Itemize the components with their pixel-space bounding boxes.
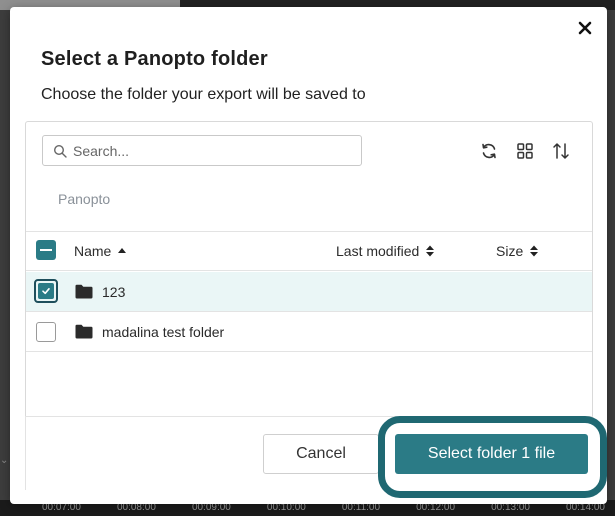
search-icon: [53, 144, 67, 158]
refresh-button[interactable]: [478, 140, 500, 162]
sort-ascending-icon: [118, 248, 127, 253]
select-folder-button[interactable]: Select folder 1 file: [395, 434, 588, 474]
folder-icon: [75, 284, 93, 299]
indeterminate-icon: [40, 249, 52, 251]
folder-name: 123: [102, 284, 126, 300]
column-header-modified[interactable]: Last modified: [336, 243, 435, 259]
close-button[interactable]: [575, 18, 595, 38]
column-header-size[interactable]: Size: [496, 243, 539, 259]
sort-icon: [553, 143, 569, 159]
folder-name: madalina test folder: [102, 324, 225, 340]
column-label: Size: [496, 243, 524, 259]
cancel-button[interactable]: Cancel: [263, 434, 379, 474]
table-header: Name Last modified Size: [26, 231, 592, 271]
search-input[interactable]: [73, 142, 353, 159]
chevron-icon: ⌄: [0, 455, 9, 466]
close-icon: [578, 21, 592, 35]
row-checkbox[interactable]: [36, 322, 56, 342]
checkmark-icon: [42, 288, 50, 295]
dialog-subtitle: Choose the folder your export will be sa…: [41, 86, 366, 103]
view-toolbar: [478, 140, 572, 162]
dialog-title: Select a Panopto folder: [41, 48, 268, 70]
column-label: Name: [74, 243, 112, 259]
sort-button[interactable]: [550, 140, 572, 162]
table-row[interactable]: madalina test folder: [26, 312, 592, 352]
row-checkbox[interactable]: [34, 279, 58, 303]
grid-view-icon: [517, 143, 533, 159]
refresh-icon: [482, 143, 496, 159]
column-label: Last modified: [336, 243, 420, 259]
search-box[interactable]: [42, 135, 362, 166]
grid-view-button[interactable]: [514, 140, 536, 162]
sort-icon: [530, 245, 539, 257]
folder-picker-dialog: Select a Panopto folder Choose the folde…: [10, 7, 607, 504]
footer-border: [25, 416, 26, 490]
checkbox-fill: [38, 283, 54, 299]
column-header-name[interactable]: Name: [74, 243, 127, 259]
select-all-checkbox[interactable]: [36, 240, 56, 260]
table-row[interactable]: 123: [26, 272, 592, 312]
breadcrumb[interactable]: Panopto: [58, 191, 110, 207]
sort-icon: [426, 245, 435, 257]
folder-icon: [75, 324, 93, 339]
